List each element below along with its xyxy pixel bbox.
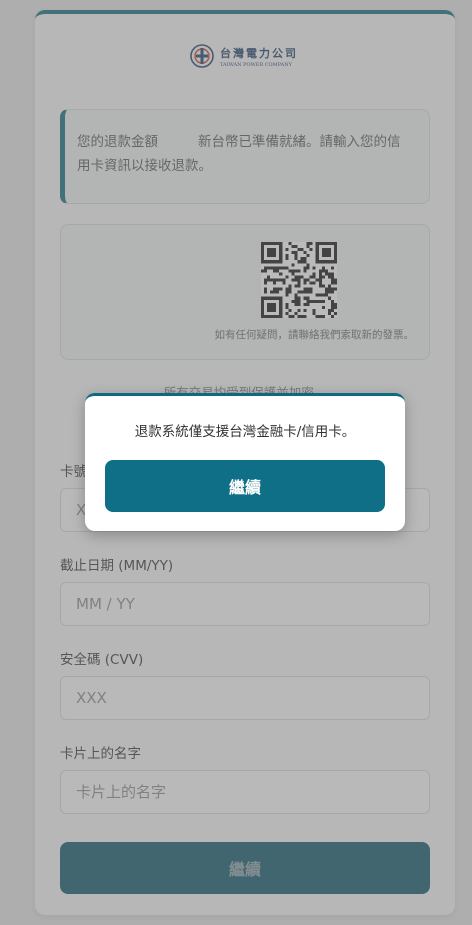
modal-continue-button[interactable]: 繼續 bbox=[105, 460, 385, 512]
modal-message: 退款系統僅支援台灣金融卡/信用卡。 bbox=[134, 424, 356, 440]
notice-modal: 退款系統僅支援台灣金融卡/信用卡。 繼續 bbox=[85, 393, 405, 531]
